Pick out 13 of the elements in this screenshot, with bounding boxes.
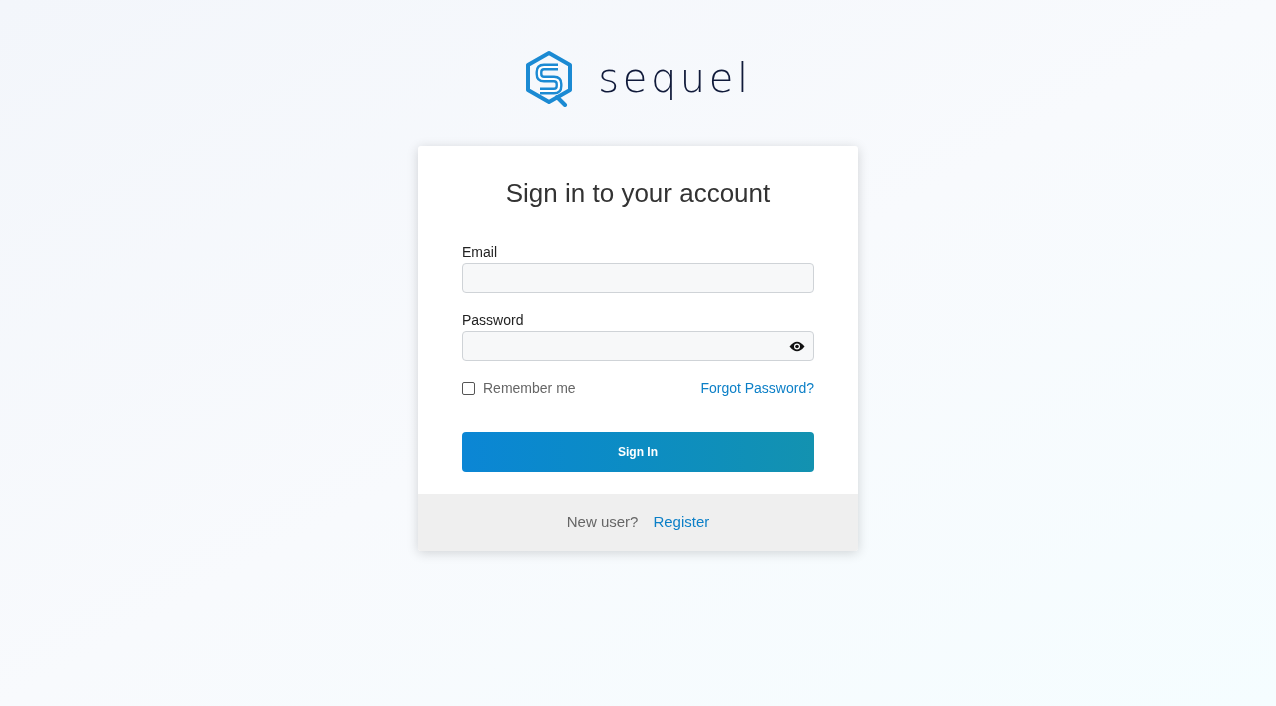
email-input-field[interactable] [462, 263, 814, 293]
sign-in-button[interactable]: Sign In [462, 432, 814, 472]
remember-checkbox[interactable] [462, 381, 475, 395]
field-label: Password [462, 311, 524, 330]
eye-icon[interactable] [789, 340, 805, 352]
password-input-field[interactable] [462, 331, 814, 361]
logo-wordmark: sequel [598, 54, 752, 102]
register-link[interactable]: Register [653, 511, 710, 534]
new-user-text: New user? [566, 512, 639, 533]
field-label: Email [462, 243, 497, 262]
remember-label: Remember me [483, 378, 576, 398]
card-title: Sign in to your account [504, 177, 772, 209]
forgot-password-link[interactable]: Forgot Password? [700, 377, 814, 399]
